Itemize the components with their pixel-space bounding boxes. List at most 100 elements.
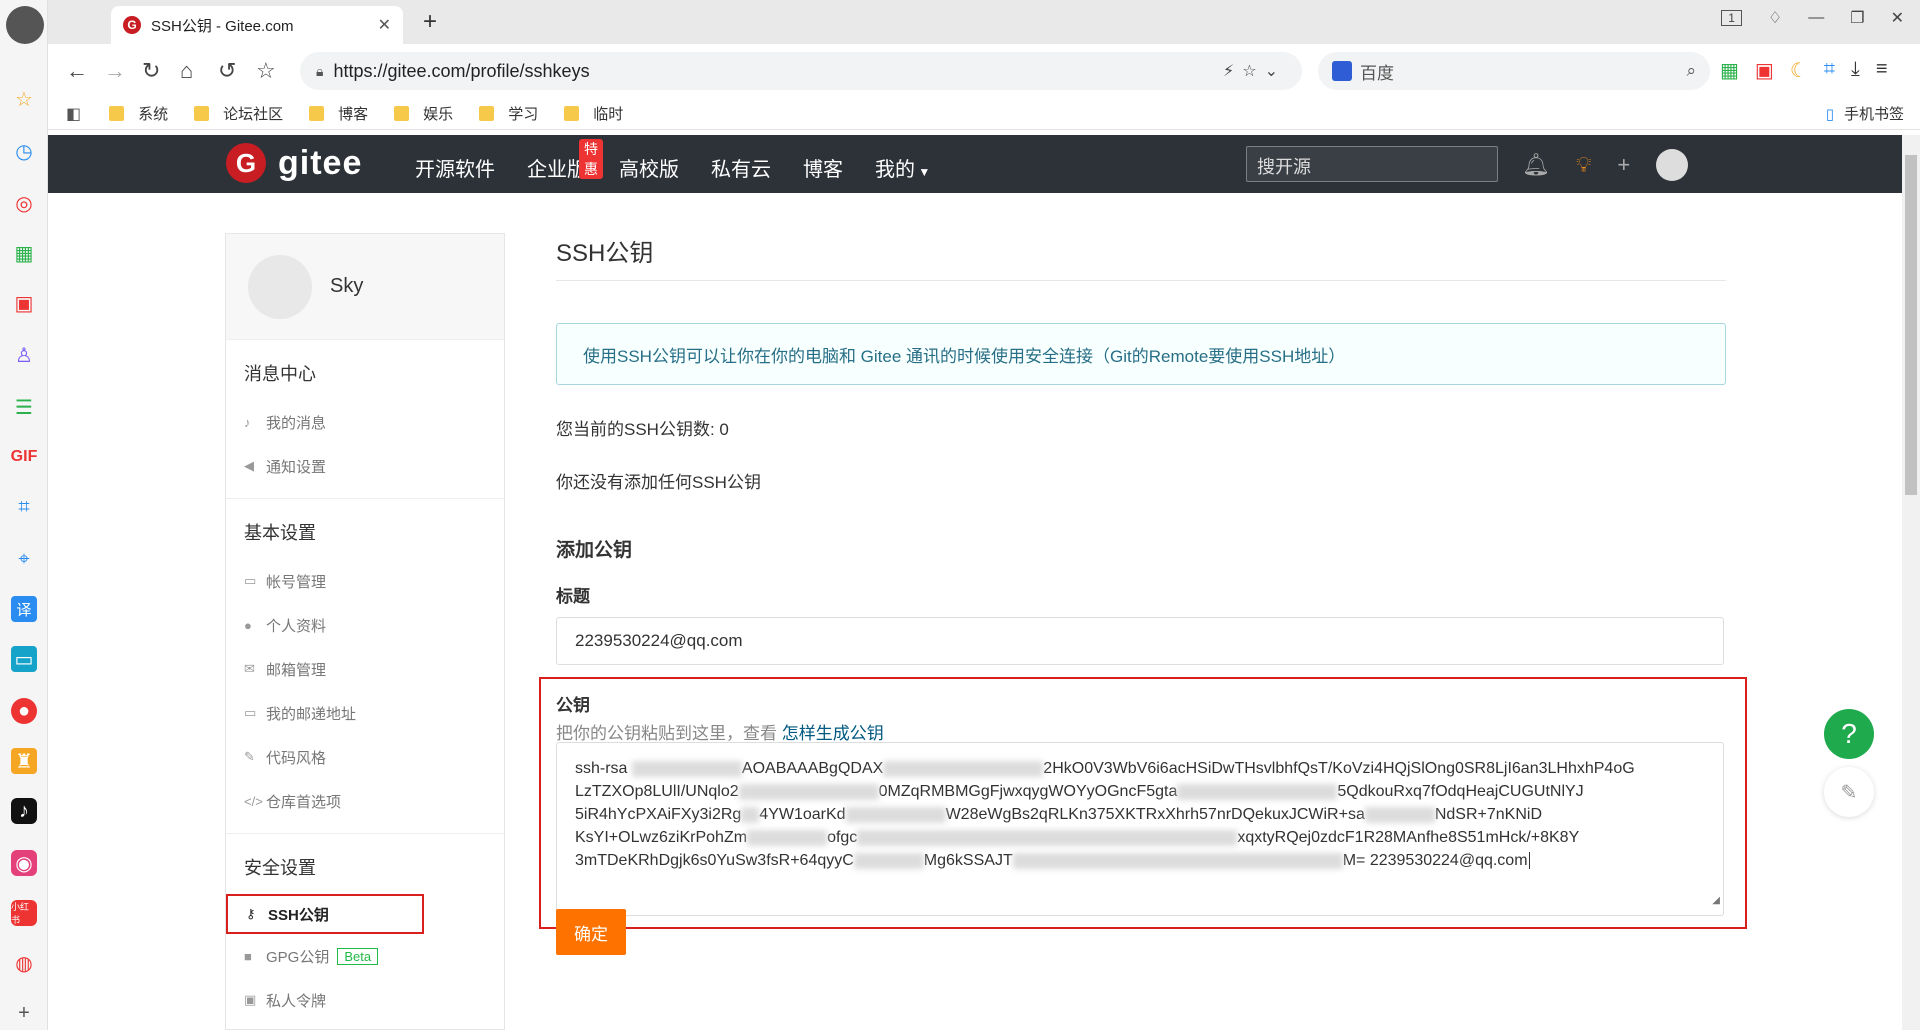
reload-icon[interactable]: ↻ (142, 58, 160, 84)
search-icon[interactable]: ⌕ (1686, 61, 1696, 81)
title-input[interactable]: 2239530224@qq.com (556, 617, 1724, 665)
tab-count-icon[interactable]: 1 (1721, 10, 1742, 26)
translate-icon[interactable]: 译 (11, 596, 37, 622)
gitee-logo[interactable]: G gitee (226, 143, 362, 183)
bookmark-star-icon[interactable]: ☆ (256, 58, 276, 84)
sidebar-item-address[interactable]: ▭ 我的邮递地址 (226, 691, 504, 735)
apps-icon[interactable]: ▦ (11, 240, 37, 266)
folder-icon (394, 106, 410, 121)
bookmark-folder[interactable]: 学习 (479, 103, 538, 124)
night-mode-icon[interactable]: ☾ (1790, 58, 1808, 83)
lightbulb-icon[interactable]: 💡︎ (1576, 152, 1591, 178)
crop-icon[interactable]: ⌗ (11, 494, 37, 520)
caret-down-icon: ▼ (915, 165, 931, 179)
favorites-icon[interactable]: ☆ (11, 86, 37, 112)
bookmark-folder[interactable]: 娱乐 (394, 103, 453, 124)
menu-blog[interactable]: 博客 (803, 153, 843, 182)
menu-mine[interactable]: 我的 ▼ (875, 153, 930, 182)
new-tab-button[interactable]: + (423, 8, 437, 36)
phone-icon: ▯ (1825, 105, 1834, 123)
record-icon[interactable]: ◎ (11, 190, 37, 216)
menu-open-source[interactable]: 开源软件 (415, 153, 495, 182)
close-window-icon[interactable]: ✕ (1891, 8, 1904, 28)
key-text: 5QdkouRxq7fOdqHeajCUGUtNlYJ (1337, 783, 1584, 800)
active-tab[interactable]: G SSH公钥 - Gitee.com ✕ (111, 6, 403, 44)
forward-icon[interactable]: → (104, 58, 126, 84)
sidebar-item-label: 个人资料 (266, 617, 327, 635)
plus-icon[interactable]: + (1617, 152, 1630, 178)
sidebar-item-label: 代码风格 (266, 749, 327, 767)
tab-close-icon[interactable]: ✕ (378, 15, 391, 35)
user-avatar[interactable] (6, 6, 44, 44)
profile-username[interactable]: Sky (330, 275, 363, 298)
bookmark-folder[interactable]: 临时 (564, 103, 623, 124)
sidebar-item-account[interactable]: ▭ 帐号管理 (226, 559, 504, 603)
address-bar[interactable]: 🔒︎ https://gitee.com/profile/sshkeys ⚡☆⌄ (300, 52, 1302, 90)
folder-icon (309, 106, 325, 121)
history-icon[interactable]: ◷ (11, 138, 37, 164)
search-box[interactable]: 百度 ⌕ (1318, 52, 1710, 90)
profile-avatar[interactable] (248, 254, 312, 319)
menu-enterprise[interactable]: 企业版 特惠 (527, 139, 603, 182)
pdf-icon[interactable]: ▣ (11, 290, 37, 316)
sidebar-item-my-messages[interactable]: ♪ 我的消息 (226, 400, 504, 444)
help-button[interactable]: ? (1824, 709, 1874, 759)
bell-icon: ♪ (244, 414, 251, 430)
bell-icon[interactable]: 🔔︎ (1522, 152, 1550, 178)
sidebar-item-email[interactable]: ✉ 邮箱管理 (226, 647, 504, 691)
scan-icon[interactable]: ⌖ (11, 546, 37, 572)
download-icon[interactable]: ⤓ (1851, 58, 1860, 83)
home-icon[interactable]: ⌂ (180, 58, 193, 84)
sidebar-item-repo-preferences[interactable]: </> 仓库首选项 (226, 779, 504, 823)
minimize-icon[interactable]: — (1808, 9, 1824, 27)
gitee-search-input[interactable]: 搜开源 (1246, 146, 1498, 182)
feedback-button[interactable]: ✎ (1824, 767, 1874, 817)
notes-icon[interactable]: ☰ (11, 394, 37, 420)
sidebar-toggle-icon[interactable]: ◧ (66, 104, 81, 124)
screenshot-icon[interactable]: ⌗ (1824, 58, 1835, 83)
chat-icon[interactable]: ● (11, 698, 37, 724)
add-key-heading: 添加公钥 (556, 540, 633, 561)
apps-grid-icon[interactable]: ▦ (1720, 58, 1739, 83)
undo-close-icon[interactable]: ↺ (218, 58, 236, 84)
game-icon[interactable]: ♜ (11, 748, 37, 774)
mobile-bookmarks[interactable]: ▯ 手机书签 (1826, 103, 1904, 124)
pdf-tool-icon[interactable]: ▣ (1755, 58, 1774, 83)
bookmark-folder[interactable]: 系统 (109, 103, 168, 124)
confirm-button[interactable]: 确定 (556, 909, 626, 955)
public-key-textarea[interactable]: ssh-rsa AOABAAABgQDAX 2HkO0V3WbV6i6acHSiD… (556, 742, 1724, 916)
bookmark-folder[interactable]: 论坛社区 (194, 103, 283, 124)
add-icon[interactable]: + (11, 1000, 37, 1026)
sidebar-item-profile[interactable]: ● 个人资料 (226, 603, 504, 647)
robot-icon[interactable]: ♙ (11, 342, 37, 368)
gif-icon[interactable]: GIF (11, 444, 38, 470)
sidebar-item-code-style[interactable]: ✎ 代码风格 (226, 735, 504, 779)
sidebar-item-gpg-keys[interactable]: ■ GPG公钥 Beta (226, 934, 504, 978)
sidebar-item-ssh-keys[interactable]: ⚷ SSH公钥 (226, 894, 424, 934)
url-text[interactable]: https://gitee.com/profile/sshkeys (333, 61, 589, 82)
sidebar-item-notification-settings[interactable]: ◀ 通知设置 (226, 444, 504, 488)
resize-handle-icon[interactable]: ◢ (1712, 889, 1720, 912)
question-icon: ? (1841, 718, 1857, 749)
menu-education[interactable]: 高校版 (619, 153, 679, 182)
skin-icon[interactable]: ♢ (1768, 8, 1782, 28)
key-line: 3mTDeKRhDgjk6s0YuSw3fsR+64qyyC Mg6kSSAJT M… (575, 849, 1705, 872)
menu-private-cloud[interactable]: 私有云 (711, 153, 771, 182)
menu-icon[interactable]: ≡ (1876, 58, 1888, 83)
restore-icon[interactable]: ❐ (1850, 8, 1864, 28)
address-actions-icon[interactable]: ⚡☆⌄ (1223, 61, 1286, 81)
window-controls: 1 ♢ — ❐ ✕ (1721, 8, 1904, 28)
page-scrollbar[interactable] (1902, 135, 1920, 1030)
instagram-icon[interactable]: ◉ (11, 850, 37, 876)
bookmark-folder[interactable]: 博客 (309, 103, 368, 124)
screen-icon[interactable]: ▭ (11, 646, 37, 672)
key-text: Mg6kSSAJT (923, 852, 1013, 869)
user-menu-avatar[interactable] (1656, 149, 1689, 181)
sidebar-item-private-tokens[interactable]: ▣ 私人令牌 (226, 978, 504, 1022)
back-icon[interactable]: ← (66, 58, 88, 84)
scrollbar-thumb[interactable] (1905, 155, 1917, 495)
weibo-icon[interactable]: ◍ (11, 950, 37, 976)
tiktok-icon[interactable]: ♪ (11, 798, 37, 824)
xiaohongshu-icon[interactable]: 小红书 (11, 900, 37, 926)
how-to-generate-link[interactable]: 怎样生成公钥 (782, 724, 884, 743)
